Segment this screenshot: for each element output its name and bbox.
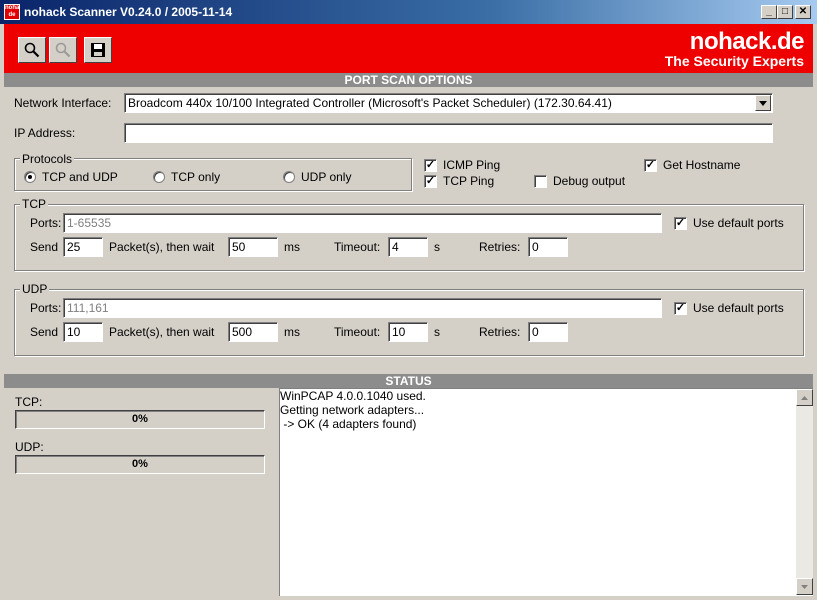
status-header: STATUS xyxy=(4,374,813,388)
network-interface-select[interactable]: Broadcom 440x 10/100 Integrated Controll… xyxy=(124,93,773,113)
tcp-progress-label: TCP: xyxy=(15,395,43,409)
stop-scan-button[interactable] xyxy=(49,37,77,63)
tcp-group-title: TCP xyxy=(20,197,48,211)
icmp-ping-checkbox[interactable]: ✓ xyxy=(424,159,437,172)
udp-packets-label: Packet(s), then wait xyxy=(109,325,215,339)
title-bar[interactable]: nohack de nohack Scanner V0.24.0 / 2005-… xyxy=(0,0,817,24)
radio-udp-only-label[interactable]: UDP only xyxy=(301,170,351,184)
udp-send-input[interactable]: 10 xyxy=(63,322,103,342)
save-icon xyxy=(91,43,105,57)
radio-tcp-and-udp[interactable] xyxy=(24,171,36,183)
tcp-ms-label: ms xyxy=(284,240,300,254)
chevron-down-icon xyxy=(801,584,808,589)
status-log[interactable]: WinPCAP 4.0.0.1040 used. Getting network… xyxy=(279,388,813,596)
udp-wait-input[interactable]: 500 xyxy=(228,322,278,342)
udp-progress-label: UDP: xyxy=(15,440,44,454)
udp-ms-label: ms xyxy=(284,325,300,339)
chevron-up-icon xyxy=(801,395,808,400)
udp-progress-bar: 0% xyxy=(15,455,265,474)
tcp-ports-label: Ports: xyxy=(30,216,62,230)
brand-name: nohack.de xyxy=(689,28,805,55)
udp-use-default-ports-label[interactable]: Use default ports xyxy=(693,301,784,315)
ip-address-input[interactable] xyxy=(124,123,773,143)
radio-tcp-only-label[interactable]: TCP only xyxy=(171,170,220,184)
tcp-timeout-label: Timeout: xyxy=(334,240,381,254)
get-hostname-label[interactable]: Get Hostname xyxy=(663,158,740,172)
tcp-wait-input[interactable]: 50 xyxy=(228,237,278,257)
app-icon: nohack de xyxy=(4,4,20,20)
tcp-retries-input[interactable]: 0 xyxy=(528,237,568,257)
search-icon xyxy=(55,42,71,58)
tcp-use-default-ports-label[interactable]: Use default ports xyxy=(693,216,784,230)
maximize-button[interactable]: □ xyxy=(777,5,793,19)
protocols-title: Protocols xyxy=(20,152,75,166)
tcp-ping-label[interactable]: TCP Ping xyxy=(443,174,494,188)
debug-output-label[interactable]: Debug output xyxy=(553,174,625,188)
udp-ports-input[interactable]: 111,161 xyxy=(63,298,662,318)
log-line: -> OK (4 adapters found) xyxy=(280,417,417,431)
udp-timeout-label: Timeout: xyxy=(334,325,381,339)
minimize-button[interactable]: _ xyxy=(761,5,777,19)
network-interface-label: Network Interface: xyxy=(14,96,112,110)
tcp-seconds-label: s xyxy=(434,240,440,254)
tcp-packets-label: Packet(s), then wait xyxy=(109,240,215,254)
get-hostname-checkbox[interactable]: ✓ xyxy=(644,159,657,172)
radio-tcp-and-udp-label[interactable]: TCP and UDP xyxy=(42,170,118,184)
tcp-retries-label: Retries: xyxy=(479,240,521,254)
log-line: Getting network adapters... xyxy=(280,403,425,417)
tcp-send-label: Send xyxy=(30,240,59,254)
tcp-ping-checkbox[interactable]: ✓ xyxy=(424,175,437,188)
chevron-down-icon[interactable] xyxy=(755,95,771,111)
tcp-ports-input[interactable]: 1-65535 xyxy=(63,213,662,233)
log-scrollbar[interactable] xyxy=(796,389,813,595)
brand-tagline: The Security Experts xyxy=(664,53,804,69)
udp-timeout-input[interactable]: 10 xyxy=(388,322,428,342)
scan-button[interactable] xyxy=(18,37,46,63)
save-button[interactable] xyxy=(84,37,112,63)
brand-banner: nohack.de The Security Experts xyxy=(4,24,813,73)
radio-udp-only[interactable] xyxy=(283,171,295,183)
network-interface-value: Broadcom 440x 10/100 Integrated Controll… xyxy=(128,96,612,110)
ip-address-label: IP Address: xyxy=(14,126,76,140)
search-icon xyxy=(24,42,40,58)
udp-send-label: Send xyxy=(30,325,59,339)
udp-group-title: UDP xyxy=(20,282,50,296)
tcp-use-default-ports-checkbox[interactable]: ✓ xyxy=(674,217,687,230)
log-line: WinPCAP 4.0.0.1040 used. xyxy=(280,389,426,403)
window-title: nohack Scanner V0.24.0 / 2005-11-14 xyxy=(24,5,233,19)
port-scan-options-header: PORT SCAN OPTIONS xyxy=(4,73,813,87)
tcp-timeout-input[interactable]: 4 xyxy=(388,237,428,257)
debug-output-checkbox[interactable] xyxy=(534,175,547,188)
icmp-ping-label[interactable]: ICMP Ping xyxy=(443,158,500,172)
udp-seconds-label: s xyxy=(434,325,440,339)
scroll-down-button[interactable] xyxy=(796,578,813,595)
scroll-up-button[interactable] xyxy=(796,389,813,406)
tcp-send-input[interactable]: 25 xyxy=(63,237,103,257)
radio-tcp-only[interactable] xyxy=(153,171,165,183)
close-button[interactable]: ✕ xyxy=(795,5,811,19)
tcp-progress-bar: 0% xyxy=(15,410,265,429)
udp-retries-input[interactable]: 0 xyxy=(528,322,568,342)
udp-retries-label: Retries: xyxy=(479,325,521,339)
udp-ports-label: Ports: xyxy=(30,301,62,315)
udp-use-default-ports-checkbox[interactable]: ✓ xyxy=(674,302,687,315)
